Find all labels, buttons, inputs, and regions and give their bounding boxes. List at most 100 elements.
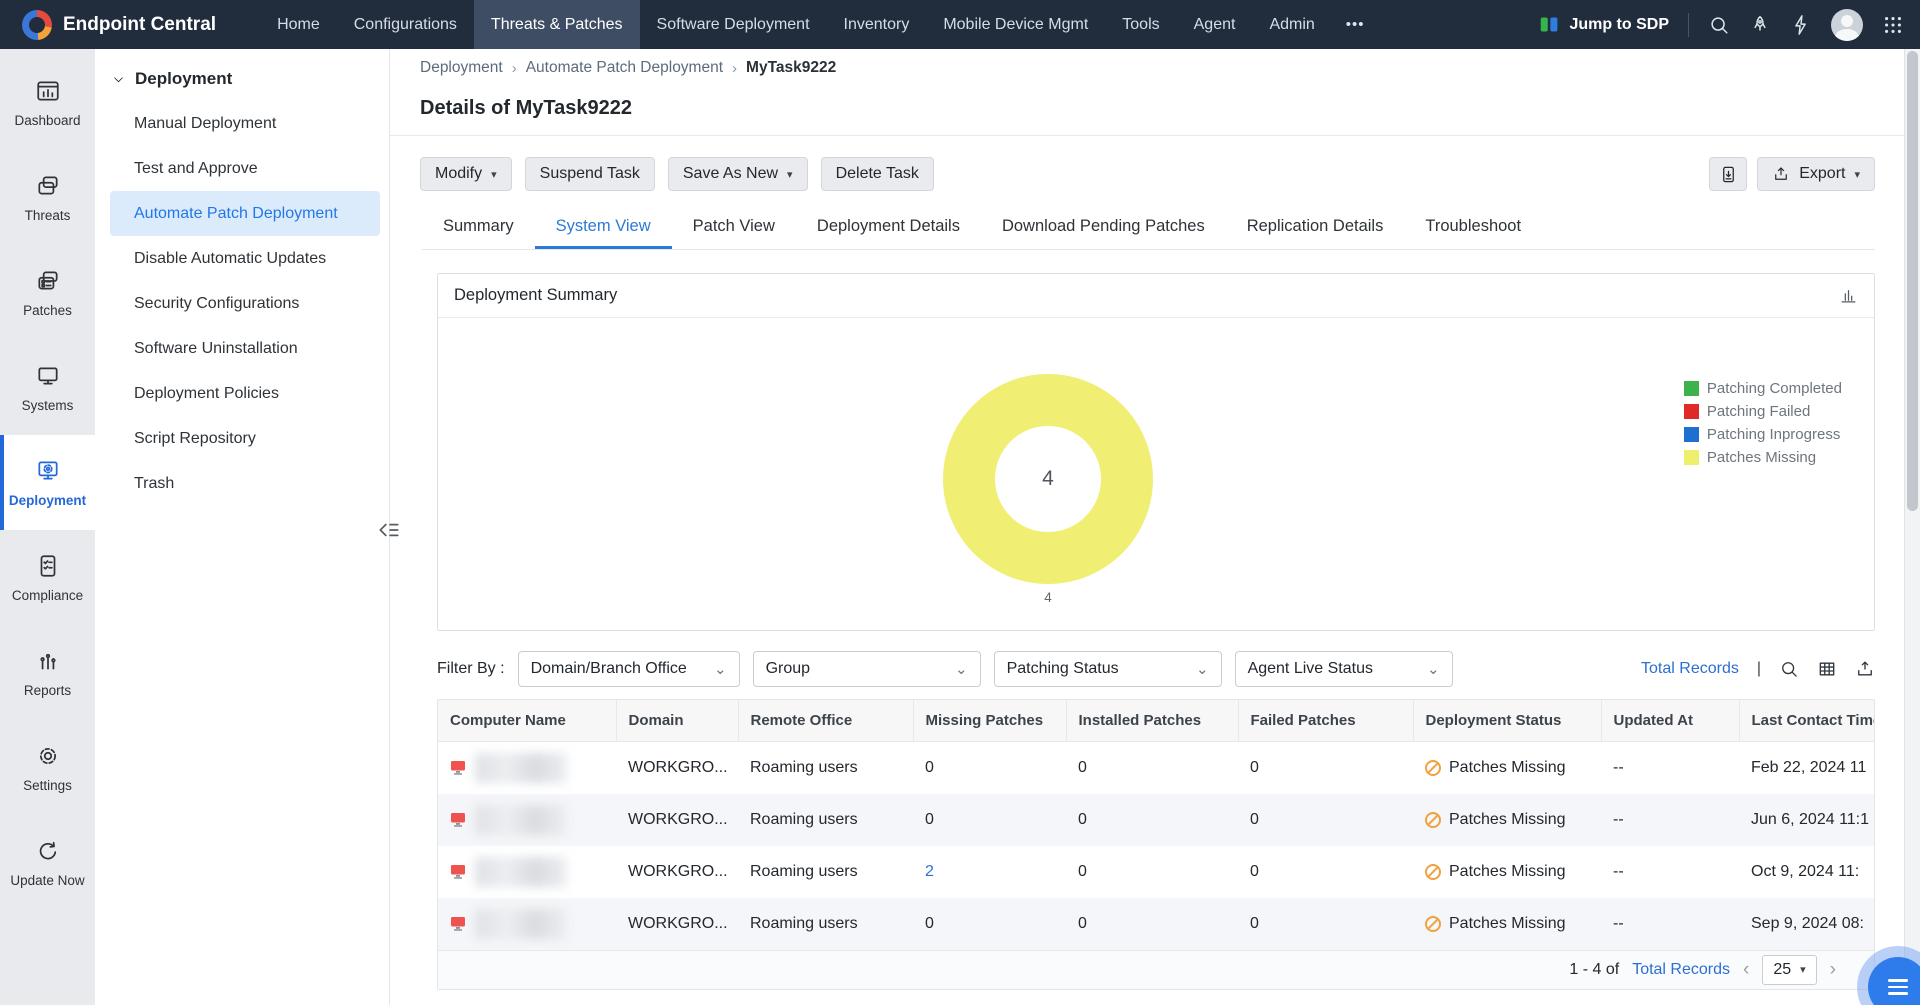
submenu-item-disable-automatic-updates[interactable]: Disable Automatic Updates — [110, 236, 380, 281]
search-icon[interactable] — [1708, 14, 1730, 36]
sidebar-item-patches[interactable]: Patches — [0, 245, 95, 340]
col-failed-patches[interactable]: Failed Patches — [1238, 700, 1413, 741]
page-size-dropdown[interactable]: 25 ▾ — [1762, 955, 1816, 985]
nav-configurations[interactable]: Configurations — [337, 0, 474, 49]
tab-replication-details[interactable]: Replication Details — [1226, 206, 1405, 249]
patching-status-dropdown[interactable]: Patching Status ⌄ — [994, 651, 1222, 687]
missing-patches-link[interactable]: 2 — [925, 863, 934, 880]
shortcuts-icon[interactable] — [1790, 14, 1812, 36]
nav-admin[interactable]: Admin — [1252, 0, 1331, 49]
nav-inventory[interactable]: Inventory — [827, 0, 927, 49]
nav-software-deployment[interactable]: Software Deployment — [640, 0, 827, 49]
submenu-item-security-configurations[interactable]: Security Configurations — [110, 281, 380, 326]
settings-gear-icon — [35, 743, 61, 769]
agent-live-status-dropdown[interactable]: Agent Live Status ⌄ — [1235, 651, 1453, 687]
submenu-item-test-and-approve[interactable]: Test and Approve — [110, 146, 380, 191]
tab-download-pending-patches[interactable]: Download Pending Patches — [981, 206, 1226, 249]
pagination-total-records-link[interactable]: Total Records — [1632, 961, 1730, 979]
separator: | — [1757, 660, 1761, 678]
legend-patching-inprogress[interactable]: Patching Inprogress — [1684, 426, 1842, 443]
tab-summary[interactable]: Summary — [422, 206, 535, 249]
col-domain[interactable]: Domain — [616, 700, 738, 741]
col-remote-office[interactable]: Remote Office — [738, 700, 913, 741]
title-divider — [390, 135, 1920, 136]
computer-name-cell[interactable] — [450, 794, 604, 846]
next-page-icon[interactable]: › — [1830, 959, 1836, 981]
breadcrumb-automate-patch-deployment[interactable]: Automate Patch Deployment — [526, 59, 723, 77]
sidebar-label: Compliance — [12, 588, 83, 603]
collapse-sidebar-icon[interactable] — [376, 517, 402, 543]
export-table-icon[interactable] — [1855, 659, 1875, 679]
apps-grid-icon[interactable] — [1882, 14, 1904, 36]
cell-remote-office: Roaming users — [738, 846, 913, 898]
breadcrumb-deployment[interactable]: Deployment — [420, 59, 503, 77]
sidebar-item-systems[interactable]: Systems — [0, 340, 95, 435]
more-menu-icon[interactable]: ••• — [1332, 16, 1379, 33]
group-dropdown[interactable]: Group ⌄ — [753, 651, 981, 687]
app-logo[interactable]: Endpoint Central — [0, 10, 234, 40]
sidebar-item-settings[interactable]: Settings — [0, 720, 95, 815]
chart-type-icon[interactable] — [1839, 286, 1858, 305]
page-title: Details of MyTask9222 — [420, 97, 1875, 120]
col-installed-patches[interactable]: Installed Patches — [1066, 700, 1238, 741]
save-as-new-button[interactable]: Save As New ▾ — [668, 157, 808, 191]
cell-remote-office: Roaming users — [738, 898, 913, 950]
sidebar-item-compliance[interactable]: Compliance — [0, 530, 95, 625]
chart-legend: Patching Completed Patching Failed Patch… — [1684, 380, 1842, 466]
sidebar-item-threats[interactable]: Threats — [0, 150, 95, 245]
sidebar-item-dashboard[interactable]: Dashboard — [0, 55, 95, 150]
delete-task-button[interactable]: Delete Task — [821, 157, 934, 191]
legend-patching-completed[interactable]: Patching Completed — [1684, 380, 1842, 397]
computer-name-cell[interactable] — [450, 742, 604, 794]
computer-name-cell[interactable] — [450, 898, 604, 950]
submenu-item-script-repository[interactable]: Script Repository — [110, 416, 380, 461]
topbar-right: Jump to SDP — [1539, 9, 1920, 41]
sidebar-item-deployment[interactable]: Deployment — [0, 435, 95, 530]
tab-troubleshoot[interactable]: Troubleshoot — [1404, 206, 1542, 249]
submenu-item-software-uninstallation[interactable]: Software Uninstallation — [110, 326, 380, 371]
nav-threats-patches[interactable]: Threats & Patches — [474, 0, 640, 49]
table-row: WORKGRO... Roaming users 0 0 0 Patches M… — [438, 794, 1874, 846]
sidebar-item-update-now[interactable]: Update Now — [0, 815, 95, 910]
computer-icon — [450, 864, 467, 880]
compliance-icon — [35, 553, 61, 579]
submenu-item-deployment-policies[interactable]: Deployment Policies — [110, 371, 380, 416]
col-deployment-status[interactable]: Deployment Status — [1413, 700, 1601, 741]
user-avatar[interactable] — [1831, 9, 1863, 41]
tab-patch-view[interactable]: Patch View — [672, 206, 796, 249]
submenu-item-trash[interactable]: Trash — [110, 461, 380, 506]
suspend-task-button[interactable]: Suspend Task — [525, 157, 655, 191]
column-chooser-icon[interactable] — [1817, 659, 1837, 679]
sidebar-item-reports[interactable]: Reports — [0, 625, 95, 720]
total-records-link[interactable]: Total Records — [1641, 660, 1739, 678]
modify-button[interactable]: Modify ▾ — [420, 157, 512, 191]
nav-home[interactable]: Home — [260, 0, 337, 49]
cell-failed-patches: 0 — [1238, 846, 1413, 898]
tab-system-view[interactable]: System View — [535, 206, 672, 249]
legend-patching-failed[interactable]: Patching Failed — [1684, 403, 1842, 420]
prev-page-icon[interactable]: ‹ — [1743, 959, 1749, 981]
col-computer-name[interactable]: Computer Name — [438, 700, 616, 741]
export-button[interactable]: Export ▾ — [1757, 157, 1875, 191]
col-updated-at[interactable]: Updated At — [1601, 700, 1739, 741]
search-table-icon[interactable] — [1779, 659, 1799, 679]
nav-mobile-device-mgmt[interactable]: Mobile Device Mgmt — [926, 0, 1105, 49]
nav-tools[interactable]: Tools — [1105, 0, 1176, 49]
tab-deployment-details[interactable]: Deployment Details — [796, 206, 981, 249]
legend-label: Patching Failed — [1707, 403, 1810, 420]
col-last-contact-time[interactable]: Last Contact Time — [1739, 700, 1874, 741]
nav-agent[interactable]: Agent — [1177, 0, 1253, 49]
col-missing-patches[interactable]: Missing Patches — [913, 700, 1066, 741]
submenu-item-manual-deployment[interactable]: Manual Deployment — [110, 101, 380, 146]
export-report-button[interactable] — [1709, 157, 1747, 191]
whats-new-icon[interactable] — [1749, 14, 1771, 36]
module-sidebar: Dashboard Threats Patches Systems Deploy… — [0, 49, 95, 1005]
domain-branch-office-dropdown[interactable]: Domain/Branch Office ⌄ — [518, 651, 740, 687]
legend-patches-missing[interactable]: Patches Missing — [1684, 449, 1842, 466]
jump-to-sdp-button[interactable]: Jump to SDP — [1539, 14, 1669, 35]
computer-name-cell[interactable] — [450, 846, 604, 898]
sidebar-label: Settings — [23, 778, 72, 793]
submenu-header[interactable]: Deployment — [95, 69, 389, 89]
scrollbar-thumb[interactable] — [1907, 51, 1918, 511]
submenu-item-automate-patch-deployment[interactable]: Automate Patch Deployment — [110, 191, 380, 236]
